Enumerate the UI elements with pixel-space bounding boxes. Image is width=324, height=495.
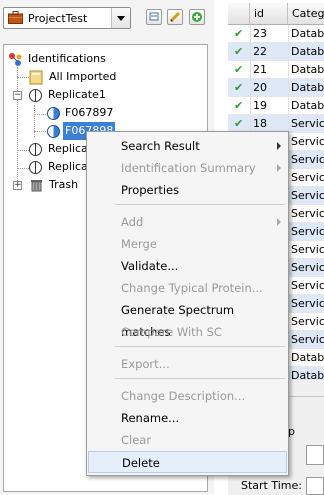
cell-id: 23 [250, 25, 291, 43]
edit-button[interactable] [167, 9, 183, 25]
cell-category: Service [288, 133, 324, 151]
cell-category: Databa [288, 79, 324, 97]
edit-icon [169, 11, 181, 23]
tree-node-replicate1[interactable]: Replicate1 [29, 86, 189, 104]
identifications-icon [9, 53, 22, 66]
tree-node-replicate[interactable]: Replicat [29, 140, 92, 158]
cell-id: 20 [250, 79, 291, 97]
cell-category: Service [288, 187, 324, 205]
cell-category: Databa [288, 367, 324, 380]
context-menu: Search Result Identification Summary Pro… [86, 131, 289, 476]
menu-item-validate[interactable]: Validate... [88, 255, 287, 277]
column-header-category[interactable]: Categ [288, 3, 324, 25]
briefcase-icon [8, 11, 23, 24]
menu-item-compare-with-sc[interactable]: Compare With SC [88, 321, 287, 343]
replicate-icon [29, 143, 42, 156]
spectrum-icon [47, 125, 60, 138]
cell-category: Databa [288, 25, 324, 43]
table-row[interactable]: ✔ 21Databa [228, 61, 324, 79]
menu-item-change-description[interactable]: Change Description... [88, 385, 287, 407]
menu-item-add[interactable]: Add [88, 211, 287, 233]
tree-node-trash[interactable]: Trash [29, 176, 89, 194]
tree-node-spectrum[interactable]: F067897 [47, 104, 187, 122]
check-icon: ✔ [234, 45, 244, 58]
tree-connector [17, 77, 29, 78]
menu-item-merge[interactable]: Merge [88, 233, 287, 255]
replicate-icon [29, 161, 42, 174]
cell-id: 19 [250, 97, 291, 115]
cell-category: Service [288, 259, 324, 277]
open-icon [149, 12, 159, 21]
cell-category: Service [288, 205, 324, 223]
cell-id: 22 [250, 43, 291, 61]
chevron-down-icon[interactable] [111, 8, 130, 28]
tree-connector [17, 150, 29, 151]
start-time-field[interactable] [306, 477, 324, 495]
cell-category: Databa [288, 97, 324, 115]
cell-category: Databa [288, 349, 324, 367]
tree-label: F067897 [65, 106, 114, 119]
menu-item-identification-summary[interactable]: Identification Summary [88, 157, 287, 179]
menu-item-rename[interactable]: Rename... [88, 407, 287, 429]
check-icon: ✔ [234, 63, 244, 76]
tree-label: Trash [49, 178, 79, 191]
tree-connector [34, 131, 46, 132]
table-row[interactable]: ✔ 19Databa [228, 97, 324, 115]
menu-item-clear[interactable]: Clear [88, 429, 287, 451]
column-header-status[interactable] [228, 3, 250, 25]
expand-icon[interactable]: + [13, 181, 22, 190]
input-field[interactable] [306, 445, 324, 465]
cell-category: Service [288, 313, 324, 331]
check-icon: ✔ [234, 27, 244, 40]
column-header-id[interactable]: id [250, 3, 288, 25]
project-name: ProjectTest [28, 12, 88, 25]
check-icon: ✔ [234, 99, 244, 112]
tree-label: Identifications [28, 52, 106, 65]
tree-connector [34, 114, 46, 115]
tree-label: Replicate1 [48, 88, 106, 101]
replicate-icon [29, 89, 42, 102]
table-row[interactable]: ✔ 22Databa [228, 43, 324, 61]
menu-item-properties[interactable]: Properties [88, 179, 287, 201]
tree-connector [34, 105, 35, 137]
menu-separator [115, 346, 285, 347]
collapse-icon[interactable]: − [13, 91, 22, 100]
add-button[interactable] [189, 9, 205, 25]
menu-item-search-result[interactable]: Search Result [88, 135, 287, 157]
menu-item-export[interactable]: Export... [88, 353, 287, 375]
cell-category: Service [288, 331, 324, 349]
project-selector[interactable]: ProjectTest [3, 7, 131, 29]
menu-item-generate-spectrum-matches[interactable]: Generate Spectrum matches [88, 299, 287, 339]
add-icon [192, 12, 202, 22]
cell-category: Service [288, 277, 324, 295]
check-icon: ✔ [234, 81, 244, 94]
cell-id: 21 [250, 61, 291, 79]
cell-category: Service [288, 295, 324, 313]
cell-category: Service [288, 169, 324, 187]
cell-category: Databa [288, 61, 324, 79]
spectrum-icon [47, 107, 60, 120]
start-time-label: Start Time: [241, 479, 302, 492]
cell-category: Databa [288, 43, 324, 61]
table-row[interactable]: ✔ 20Databa [228, 79, 324, 97]
menu-item-delete[interactable]: Delete [88, 451, 287, 473]
group-label: p [288, 425, 295, 438]
tree-node-identifications[interactable]: Identifications [8, 50, 188, 68]
tree-label: All Imported [49, 70, 117, 83]
folder-icon [29, 70, 43, 85]
menu-item-change-typical-protein[interactable]: Change Typical Protein... [88, 277, 287, 299]
cell-category: Service [288, 223, 324, 241]
open-button[interactable] [146, 9, 162, 25]
table-row[interactable]: ✔ 23Databa [228, 25, 324, 43]
cell-category: Service [288, 241, 324, 259]
cell-category: Service [288, 115, 324, 133]
cell-category: Service [288, 151, 324, 169]
trash-icon [31, 180, 42, 192]
menu-separator [115, 378, 285, 379]
tree-node-all-imported[interactable]: All Imported [29, 68, 189, 86]
tree-node-replicate[interactable]: Replicat [29, 158, 92, 176]
menu-separator [115, 204, 285, 205]
tree-connector [17, 168, 29, 169]
